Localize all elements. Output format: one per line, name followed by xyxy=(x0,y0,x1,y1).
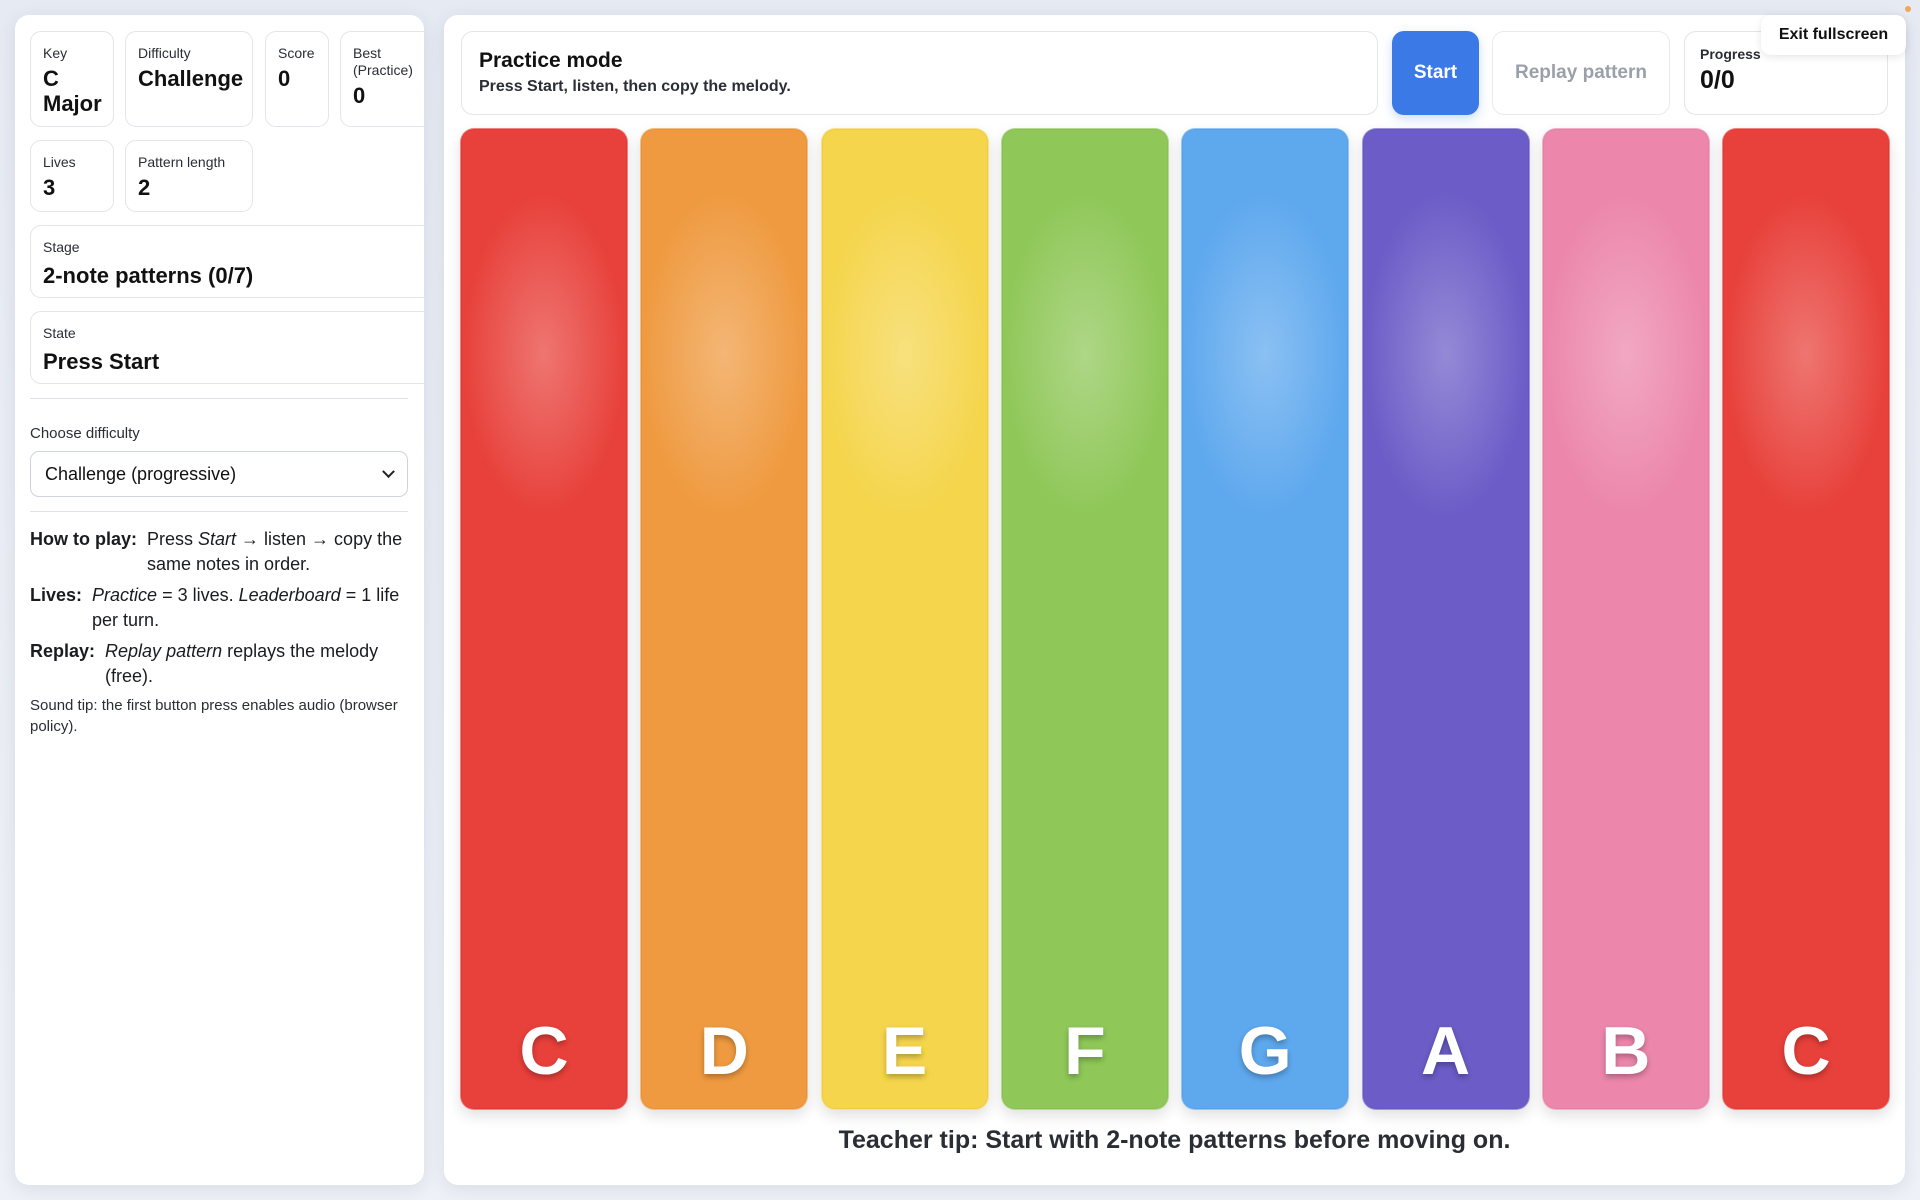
mode-title: Practice mode xyxy=(479,49,623,72)
stat-pattern-length: Pattern length 2 xyxy=(125,140,253,212)
note-key-f[interactable]: F xyxy=(1000,128,1169,1110)
stat-lives-label: Lives xyxy=(43,154,76,170)
stat-state-value: Press Start xyxy=(43,349,160,374)
exit-fullscreen-button[interactable]: Exit fullscreen xyxy=(1761,15,1906,55)
instructions: How to play: Press Start → listen → copy… xyxy=(30,527,410,737)
note-key-label: B xyxy=(1601,1013,1651,1089)
instruction-label: How to play: xyxy=(30,529,137,549)
note-key-label: C xyxy=(519,1013,569,1089)
stat-best-value: 0 xyxy=(353,83,366,108)
stat-lives: Lives 3 xyxy=(30,140,114,212)
note-key-d[interactable]: D xyxy=(640,128,809,1110)
difficulty-select-label: Choose difficulty xyxy=(30,425,140,442)
stat-stage-label: Stage xyxy=(43,239,80,255)
note-key-g[interactable]: G xyxy=(1181,128,1350,1110)
stat-key-label: Key xyxy=(43,45,68,61)
stat-state-label: State xyxy=(43,325,76,341)
note-key-label: D xyxy=(699,1013,749,1089)
divider xyxy=(30,398,408,399)
instruction-text: Practice = 3 lives. Leaderboard = 1 life… xyxy=(92,585,400,630)
stat-best: Best (Practice) 0 xyxy=(340,31,424,127)
note-key-label: C xyxy=(1781,1013,1831,1089)
difficulty-select[interactable]: Challenge (progressive) xyxy=(30,451,408,497)
stat-best-label: Best (Practice) xyxy=(353,45,413,78)
stat-lives-value: 3 xyxy=(43,175,56,200)
progress-value: 0/0 xyxy=(1700,66,1735,94)
note-keys: CDEFGABC xyxy=(460,128,1891,1110)
stat-stage-value: 2-note patterns (0/7) xyxy=(43,263,254,288)
stat-key-value: C Major xyxy=(43,66,102,116)
instruction-label: Lives: xyxy=(30,585,83,605)
note-key-c[interactable]: C xyxy=(1722,128,1891,1110)
stat-difficulty: Difficulty Challenge xyxy=(125,31,253,127)
stat-score-value: 0 xyxy=(278,66,291,91)
stat-stage: Stage 2-note patterns (0/7) xyxy=(30,225,424,298)
stat-difficulty-value: Challenge xyxy=(138,66,244,91)
stat-score-label: Score xyxy=(278,45,315,61)
sidebar: Key C Major Difficulty Challenge Score 0… xyxy=(15,15,424,1185)
note-key-e[interactable]: E xyxy=(820,128,989,1110)
teacher-tip: Teacher tip: Start with 2-note patterns … xyxy=(838,1126,1511,1154)
instruction-lives: Lives: Practice = 3 lives. Leaderboard =… xyxy=(30,583,410,633)
stat-pattern-length-value: 2 xyxy=(138,175,151,200)
stat-state: State Press Start xyxy=(30,311,424,384)
stat-difficulty-label: Difficulty xyxy=(138,45,191,61)
status-dot xyxy=(1905,6,1911,12)
instruction-replay: Replay: Replay pattern replays the melod… xyxy=(30,639,410,689)
instruction-text: Press Start → listen → copy the same not… xyxy=(147,529,403,574)
instruction-label: Replay: xyxy=(30,641,96,661)
replay-pattern-button[interactable]: Replay pattern xyxy=(1492,31,1670,115)
stat-key: Key C Major xyxy=(30,31,114,127)
note-key-label: A xyxy=(1420,1013,1471,1089)
note-key-c[interactable]: C xyxy=(460,128,628,1110)
game-panel: Practice mode Press Start, listen, then … xyxy=(444,15,1905,1185)
mode-box: Practice mode Press Start, listen, then … xyxy=(461,31,1378,115)
mode-subtitle: Press Start, listen, then copy the melod… xyxy=(479,78,791,95)
instruction-text: Replay pattern replays the melody (free)… xyxy=(105,641,379,686)
note-key-b[interactable]: B xyxy=(1541,128,1710,1110)
difficulty-select-value: Challenge (progressive) xyxy=(45,463,237,484)
note-key-label: E xyxy=(881,1013,928,1089)
chevron-down-icon xyxy=(382,464,395,478)
stat-pattern-length-label: Pattern length xyxy=(138,154,226,170)
note-key-label: G xyxy=(1238,1013,1292,1089)
stat-score: Score 0 xyxy=(265,31,329,127)
note-key-a[interactable]: A xyxy=(1361,128,1530,1110)
sound-tip: Sound tip: the first button press enable… xyxy=(30,697,398,735)
instruction-how-to-play: How to play: Press Start → listen → copy… xyxy=(30,527,410,577)
divider xyxy=(30,511,408,512)
note-key-label: F xyxy=(1064,1013,1106,1089)
start-button[interactable]: Start xyxy=(1392,31,1479,115)
